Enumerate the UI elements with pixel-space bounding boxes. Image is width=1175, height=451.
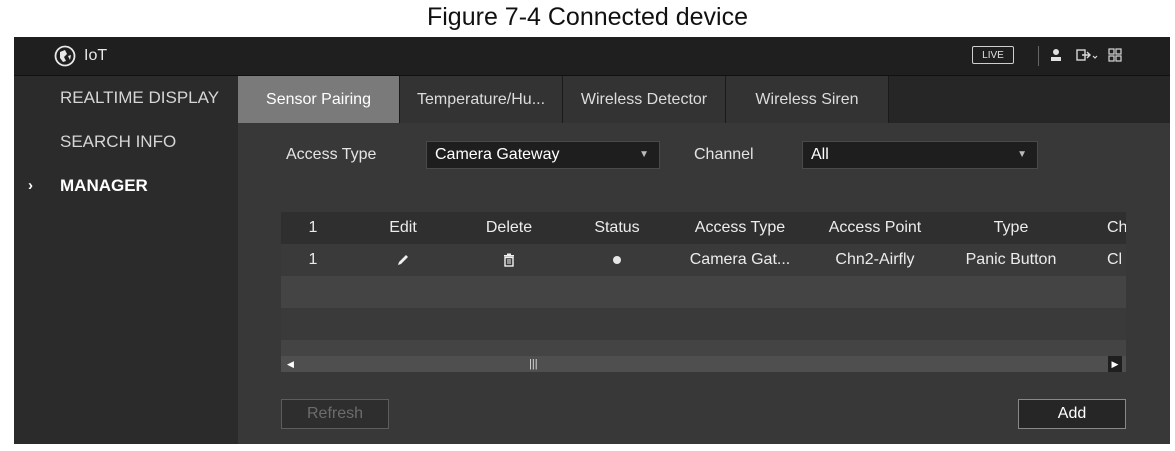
dropdown-arrow-icon: ▼ xyxy=(639,149,649,160)
channel-label: Channel xyxy=(694,146,754,163)
title-bar: IoT LIVE xyxy=(14,37,1170,76)
app-title: IoT xyxy=(84,47,108,64)
sidebar-item-search-info[interactable]: SEARCH INFO xyxy=(14,120,238,164)
table-header: 1 Edit Delete Status Access Type Access … xyxy=(281,212,1126,244)
logout-icon[interactable] xyxy=(1076,47,1098,63)
sidebar-item-label: REALTIME DISPLAY xyxy=(60,88,220,107)
delete-button[interactable] xyxy=(469,244,549,276)
sidebar: REALTIME DISPLAY SEARCH INFO › MANAGER xyxy=(14,76,238,444)
row-index: 1 xyxy=(308,251,318,268)
scroll-left-icon[interactable]: ◀ xyxy=(287,356,294,372)
chevron-right-icon: › xyxy=(28,177,33,194)
cell-access-point: Chn2-Airfly xyxy=(835,251,915,268)
main-panel: Sensor Pairing Temperature/Hu... Wireles… xyxy=(238,76,1170,444)
column-header-status: Status xyxy=(594,219,640,236)
cell-type: Panic Button xyxy=(965,251,1057,268)
column-header-index: 1 xyxy=(308,219,318,236)
column-header-type: Type xyxy=(993,219,1029,236)
channel-value: All xyxy=(811,146,829,163)
channel-select[interactable]: All ▼ xyxy=(802,141,1038,169)
table-row xyxy=(281,276,1126,308)
sidebar-item-label: SEARCH INFO xyxy=(60,132,177,151)
scroll-thumb[interactable]: ||| xyxy=(529,358,541,370)
sidebar-item-label: MANAGER xyxy=(60,176,148,195)
column-header-edit: Edit xyxy=(389,219,417,236)
column-header-channel: Ch xyxy=(1107,219,1126,236)
tab-wireless-siren[interactable]: Wireless Siren xyxy=(726,76,889,123)
sidebar-item-manager[interactable]: › MANAGER xyxy=(14,164,238,208)
access-type-value: Camera Gateway xyxy=(435,146,560,163)
horizontal-scrollbar[interactable]: ◀ ||| ▶ xyxy=(281,356,1126,372)
table-row xyxy=(281,308,1126,340)
live-button[interactable]: LIVE xyxy=(972,46,1014,64)
table-row xyxy=(281,340,1126,356)
cell-channel: Cl xyxy=(1107,251,1123,268)
column-header-access-point: Access Point xyxy=(828,219,922,236)
trash-icon xyxy=(504,253,514,267)
tab-wireless-detector[interactable]: Wireless Detector xyxy=(563,76,726,123)
pencil-icon xyxy=(398,254,408,265)
table-row[interactable]: 1 Camera Gat... Chn2-Airfly Panic Button… xyxy=(281,244,1126,276)
user-icon[interactable] xyxy=(1049,47,1063,63)
menu-grid-icon[interactable] xyxy=(1108,47,1122,63)
titlebar-divider xyxy=(1038,46,1039,66)
cell-access-type: Camera Gat... xyxy=(689,251,791,268)
tab-sensor-pairing[interactable]: Sensor Pairing xyxy=(238,76,400,123)
status-indicator xyxy=(577,244,657,276)
scroll-right-icon[interactable]: ▶ xyxy=(1108,356,1122,372)
edit-button[interactable] xyxy=(373,244,433,276)
refresh-button[interactable]: Refresh xyxy=(281,399,389,429)
access-type-label: Access Type xyxy=(286,146,377,163)
tab-temperature-humidity[interactable]: Temperature/Hu... xyxy=(400,76,563,123)
column-header-access-type: Access Type xyxy=(694,219,786,236)
access-type-select[interactable]: Camera Gateway ▼ xyxy=(426,141,660,169)
device-table: 1 Edit Delete Status Access Type Access … xyxy=(281,212,1126,372)
add-button[interactable]: Add xyxy=(1018,399,1126,429)
dot-icon xyxy=(613,255,621,264)
figure-caption: Figure 7-4 Connected device xyxy=(426,3,749,31)
column-header-delete: Delete xyxy=(485,219,533,236)
tab-bar: Sensor Pairing Temperature/Hu... Wireles… xyxy=(238,76,1170,123)
dropdown-arrow-icon: ▼ xyxy=(1017,149,1027,160)
iot-window: IoT LIVE REALTIME DISPLAY SEARCH INFO › … xyxy=(14,37,1170,444)
iot-logo-icon xyxy=(54,45,76,67)
sidebar-item-realtime-display[interactable]: REALTIME DISPLAY xyxy=(14,76,238,120)
